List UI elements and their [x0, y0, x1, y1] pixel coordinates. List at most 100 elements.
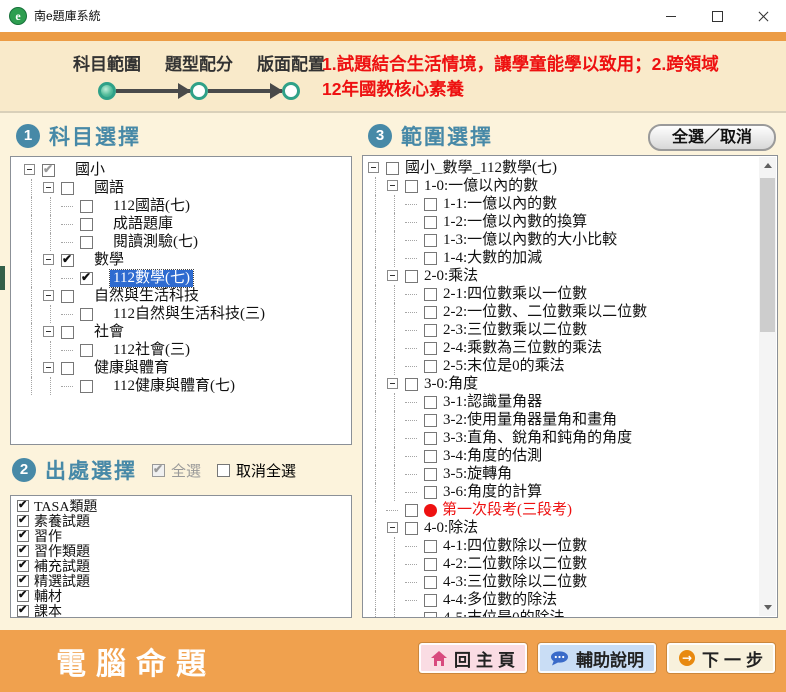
tree-node-label[interactable]: 3-2:使用量角器量角和畫角 — [440, 412, 620, 429]
tree-node-label[interactable]: 4-5:末位是0的除法 — [440, 610, 568, 619]
tree-node-label[interactable]: 國小_數學_112數學(七) — [402, 160, 560, 177]
tree-checkbox[interactable] — [424, 486, 437, 499]
tree-row[interactable]: 4-5:末位是0的除法 — [367, 609, 777, 618]
tree-checkbox[interactable] — [405, 504, 418, 517]
tree-node-label[interactable]: 2-5:末位是0的乘法 — [440, 358, 568, 375]
collapse-toggle-icon[interactable] — [42, 323, 58, 341]
tree-node-label[interactable]: 112自然與生活科技(三) — [110, 306, 268, 323]
minimize-button[interactable] — [648, 0, 694, 32]
collapse-toggle-icon[interactable] — [386, 267, 402, 285]
source-item-checkbox[interactable] — [17, 575, 29, 587]
tree-checkbox[interactable] — [424, 306, 437, 319]
tree-node-label[interactable]: 國小 — [72, 162, 108, 179]
tree-row[interactable]: 112自然與生活科技(三) — [23, 305, 351, 323]
tree-checkbox[interactable] — [405, 270, 418, 283]
collapse-toggle-icon[interactable] — [42, 359, 58, 377]
tree-row[interactable]: 2-4:乘數為三位數的乘法 — [367, 339, 777, 357]
tree-row[interactable]: 112社會(三) — [23, 341, 351, 359]
tree-node-label[interactable]: 2-2:一位數、二位數乘以二位數 — [440, 304, 650, 321]
tree-row[interactable]: 閱讀測驗(七) — [23, 233, 351, 251]
tree-checkbox[interactable] — [61, 326, 74, 339]
maximize-button[interactable] — [694, 0, 740, 32]
tree-node-label[interactable]: 112國語(七) — [110, 198, 193, 215]
tree-row[interactable]: 1-3:一億以內數的大小比較 — [367, 231, 777, 249]
deselect-all-checkbox-box[interactable] — [217, 464, 230, 477]
tree-node-label[interactable]: 2-3:三位數乘以二位數 — [440, 322, 590, 339]
tree-checkbox[interactable] — [80, 308, 93, 321]
tree-row[interactable]: 1-0:一億以內的數 — [367, 177, 777, 195]
source-item-checkbox[interactable] — [17, 500, 29, 512]
scroll-up-button[interactable] — [759, 157, 776, 174]
tree-checkbox[interactable] — [80, 344, 93, 357]
tree-row[interactable]: 4-1:四位數除以一位數 — [367, 537, 777, 555]
tree-checkbox[interactable] — [424, 252, 437, 265]
collapse-toggle-icon[interactable] — [367, 159, 383, 177]
tree-node-label[interactable]: 1-3:一億以內數的大小比較 — [440, 232, 620, 249]
tree-checkbox[interactable] — [80, 236, 93, 249]
collapse-toggle-icon[interactable] — [42, 179, 58, 197]
source-item-checkbox[interactable] — [17, 560, 29, 572]
tree-checkbox[interactable] — [424, 216, 437, 229]
tree-checkbox[interactable] — [61, 362, 74, 375]
tree-checkbox[interactable] — [61, 290, 74, 303]
next-step-button[interactable]: →下一步 — [667, 643, 775, 673]
tree-checkbox[interactable] — [424, 342, 437, 355]
tree-checkbox[interactable] — [42, 164, 55, 177]
tree-checkbox[interactable] — [424, 540, 437, 553]
tree-node-label[interactable]: 112數學(七) — [110, 270, 193, 287]
tree-checkbox[interactable] — [424, 198, 437, 211]
tree-row[interactable]: 3-0:角度 — [367, 375, 777, 393]
scroll-down-button[interactable] — [759, 599, 776, 616]
tree-node-label[interactable]: 健康與體育 — [91, 360, 172, 377]
tree-row[interactable]: 112國語(七) — [23, 197, 351, 215]
tree-checkbox[interactable] — [424, 612, 437, 619]
tree-node-label[interactable]: 3-1:認識量角器 — [440, 394, 545, 411]
tree-node-label[interactable]: 1-0:一億以內的數 — [421, 178, 541, 195]
tree-row[interactable]: 國小_數學_112數學(七) — [367, 159, 777, 177]
tree-row[interactable]: 社會 — [23, 323, 351, 341]
tree-row[interactable]: 國小 — [23, 161, 351, 179]
help-button[interactable]: 輔助說明 — [538, 643, 656, 673]
tree-row[interactable]: 3-6:角度的計算 — [367, 483, 777, 501]
tree-node-label[interactable]: 國語 — [91, 180, 127, 197]
tree-checkbox[interactable] — [405, 522, 418, 535]
scrollbar-thumb[interactable] — [760, 178, 775, 332]
tree-checkbox[interactable] — [61, 254, 74, 267]
tree-row[interactable]: 3-3:直角、銳角和鈍角的角度 — [367, 429, 777, 447]
tree-node-label[interactable]: 4-3:三位數除以二位數 — [440, 574, 590, 591]
select-toggle-button[interactable]: 全選／取消 — [648, 124, 776, 151]
tree-row[interactable]: 2-5:末位是0的乘法 — [367, 357, 777, 375]
tree-row[interactable]: 1-1:一億以內的數 — [367, 195, 777, 213]
source-item-checkbox[interactable] — [17, 545, 29, 557]
tree-checkbox[interactable] — [405, 378, 418, 391]
tree-checkbox[interactable] — [424, 396, 437, 409]
tree-node-label[interactable]: 112社會(三) — [110, 342, 193, 359]
tree-node-label[interactable]: 4-0:除法 — [421, 520, 481, 537]
tree-node-label[interactable]: 4-4:多位數的除法 — [440, 592, 560, 609]
tree-checkbox[interactable] — [424, 288, 437, 301]
collapse-toggle-icon[interactable] — [23, 161, 39, 179]
tree-checkbox[interactable] — [405, 180, 418, 193]
tree-row[interactable]: 2-2:一位數、二位數乘以二位數 — [367, 303, 777, 321]
tree-node-label[interactable]: 閱讀測驗(七) — [110, 234, 201, 251]
tree-checkbox[interactable] — [386, 162, 399, 175]
select-all-checkbox[interactable]: 全選 — [152, 460, 201, 481]
tree-row[interactable]: 2-0:乘法 — [367, 267, 777, 285]
source-item-checkbox[interactable] — [17, 605, 29, 617]
tree-checkbox[interactable] — [424, 234, 437, 247]
tree-node-label[interactable]: 2-1:四位數乘以一位數 — [440, 286, 590, 303]
tree-node-label[interactable]: 4-2:二位數除以二位數 — [440, 556, 590, 573]
tree-node-label[interactable]: 3-4:角度的估測 — [440, 448, 545, 465]
collapse-toggle-icon[interactable] — [42, 287, 58, 305]
tree-row[interactable]: 112健康與體育(七) — [23, 377, 351, 395]
tree-checkbox[interactable] — [80, 272, 93, 285]
tree-node-label[interactable]: 數學 — [91, 252, 127, 269]
tree-node-label[interactable]: 4-1:四位數除以一位數 — [440, 538, 590, 555]
tree-checkbox[interactable] — [424, 450, 437, 463]
tree-row[interactable]: 4-4:多位數的除法 — [367, 591, 777, 609]
source-list-item[interactable]: 課本 — [15, 603, 351, 618]
tree-row[interactable]: 成語題庫 — [23, 215, 351, 233]
collapse-toggle-icon[interactable] — [386, 519, 402, 537]
collapse-toggle-icon[interactable] — [42, 251, 58, 269]
deselect-all-checkbox[interactable]: 取消全選 — [217, 460, 296, 481]
